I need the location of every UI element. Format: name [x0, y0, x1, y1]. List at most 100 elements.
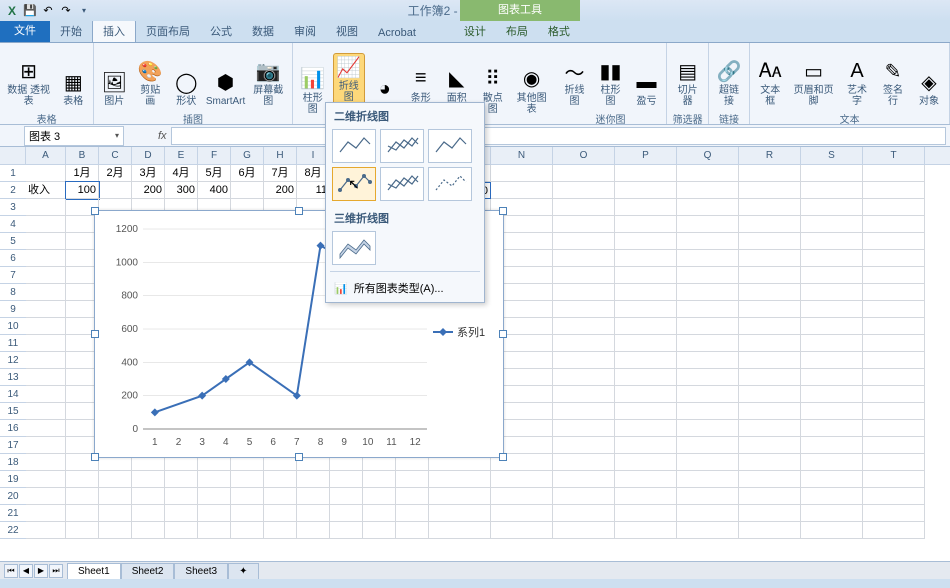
- cell[interactable]: [26, 233, 66, 250]
- cell[interactable]: [553, 522, 615, 539]
- cell[interactable]: [363, 471, 396, 488]
- cell[interactable]: [863, 420, 925, 437]
- cell[interactable]: [66, 488, 99, 505]
- col-header-B[interactable]: B: [66, 147, 99, 164]
- cell[interactable]: [330, 488, 363, 505]
- cell[interactable]: [863, 403, 925, 420]
- cell[interactable]: [801, 199, 863, 216]
- cell[interactable]: [491, 488, 553, 505]
- cell[interactable]: [491, 522, 553, 539]
- cell[interactable]: 7月: [264, 165, 297, 182]
- cell[interactable]: [26, 165, 66, 182]
- col-header-F[interactable]: F: [198, 147, 231, 164]
- cell[interactable]: [26, 454, 66, 471]
- cell[interactable]: [739, 250, 801, 267]
- cell[interactable]: [739, 216, 801, 233]
- cell[interactable]: [231, 182, 264, 199]
- cell[interactable]: [677, 522, 739, 539]
- cell[interactable]: [677, 471, 739, 488]
- cell[interactable]: [491, 165, 553, 182]
- cell[interactable]: [615, 165, 677, 182]
- cell[interactable]: [66, 505, 99, 522]
- col-header-C[interactable]: C: [99, 147, 132, 164]
- cell[interactable]: [863, 182, 925, 199]
- cell[interactable]: 100: [66, 182, 99, 199]
- cell[interactable]: [26, 301, 66, 318]
- cell[interactable]: [363, 505, 396, 522]
- cell[interactable]: [739, 369, 801, 386]
- cell[interactable]: [231, 522, 264, 539]
- cell[interactable]: [677, 318, 739, 335]
- cell[interactable]: [863, 233, 925, 250]
- cell[interactable]: [615, 437, 677, 454]
- cell[interactable]: [297, 505, 330, 522]
- col-header-R[interactable]: R: [739, 147, 801, 164]
- line-chart-option-5[interactable]: [380, 167, 424, 201]
- row-header-22[interactable]: 22: [0, 522, 26, 539]
- tab-design[interactable]: 设计: [454, 20, 496, 42]
- cell[interactable]: [553, 352, 615, 369]
- cell[interactable]: [553, 335, 615, 352]
- sheet-nav-next[interactable]: ▶: [34, 564, 48, 578]
- cell[interactable]: [297, 488, 330, 505]
- cell[interactable]: [99, 522, 132, 539]
- cell[interactable]: [26, 403, 66, 420]
- cell[interactable]: [99, 471, 132, 488]
- cell[interactable]: [615, 284, 677, 301]
- col-header-H[interactable]: H: [264, 147, 297, 164]
- cell[interactable]: 5月: [198, 165, 231, 182]
- cell[interactable]: [677, 505, 739, 522]
- cell[interactable]: 6月: [231, 165, 264, 182]
- cell[interactable]: [739, 522, 801, 539]
- other-chart-button[interactable]: ◉其他图表: [513, 53, 551, 117]
- column-chart-button[interactable]: 📊柱形图: [297, 53, 329, 117]
- cell[interactable]: 300: [165, 182, 198, 199]
- cell[interactable]: [739, 386, 801, 403]
- cell[interactable]: [801, 318, 863, 335]
- cell[interactable]: [297, 471, 330, 488]
- cell[interactable]: [677, 233, 739, 250]
- cell[interactable]: [801, 335, 863, 352]
- cells-area[interactable]: ABCDEFGHIJKLMNOPQRST 1月2月3月4月5月6月7月8月2月收…: [26, 147, 950, 553]
- cell[interactable]: [132, 505, 165, 522]
- cell[interactable]: [863, 437, 925, 454]
- cell[interactable]: [677, 284, 739, 301]
- cell[interactable]: [231, 505, 264, 522]
- cell[interactable]: [801, 403, 863, 420]
- cell[interactable]: [615, 318, 677, 335]
- cell[interactable]: 200: [132, 182, 165, 199]
- cell[interactable]: [739, 454, 801, 471]
- row-header-15[interactable]: 15: [0, 403, 26, 420]
- cell[interactable]: [863, 318, 925, 335]
- cell[interactable]: [739, 165, 801, 182]
- cell[interactable]: [863, 522, 925, 539]
- cell[interactable]: [677, 216, 739, 233]
- tab-home[interactable]: 开始: [50, 20, 92, 42]
- sheet-tab-new[interactable]: ✦: [228, 563, 258, 579]
- tab-file[interactable]: 文件: [0, 18, 50, 42]
- picture-button[interactable]: 🖼图片: [98, 45, 130, 109]
- cell[interactable]: [677, 182, 739, 199]
- cell[interactable]: [615, 182, 677, 199]
- cell[interactable]: [491, 471, 553, 488]
- col-header-N[interactable]: N: [491, 147, 553, 164]
- row-header-18[interactable]: 18: [0, 454, 26, 471]
- qat-dropdown-icon[interactable]: [76, 3, 92, 19]
- cell[interactable]: [231, 488, 264, 505]
- line-chart-option-4[interactable]: ↖: [332, 167, 376, 201]
- col-header-G[interactable]: G: [231, 147, 264, 164]
- cell[interactable]: [677, 267, 739, 284]
- cell[interactable]: [553, 216, 615, 233]
- undo-icon[interactable]: ↶: [40, 3, 56, 19]
- cell[interactable]: [165, 522, 198, 539]
- row-header-12[interactable]: 12: [0, 352, 26, 369]
- table-button[interactable]: ▦表格: [57, 45, 89, 109]
- cell[interactable]: [66, 471, 99, 488]
- col-header-D[interactable]: D: [132, 147, 165, 164]
- cell[interactable]: [801, 369, 863, 386]
- cell[interactable]: [615, 233, 677, 250]
- cell[interactable]: [26, 522, 66, 539]
- row-header-4[interactable]: 4: [0, 216, 26, 233]
- cell[interactable]: [553, 182, 615, 199]
- cell[interactable]: [677, 165, 739, 182]
